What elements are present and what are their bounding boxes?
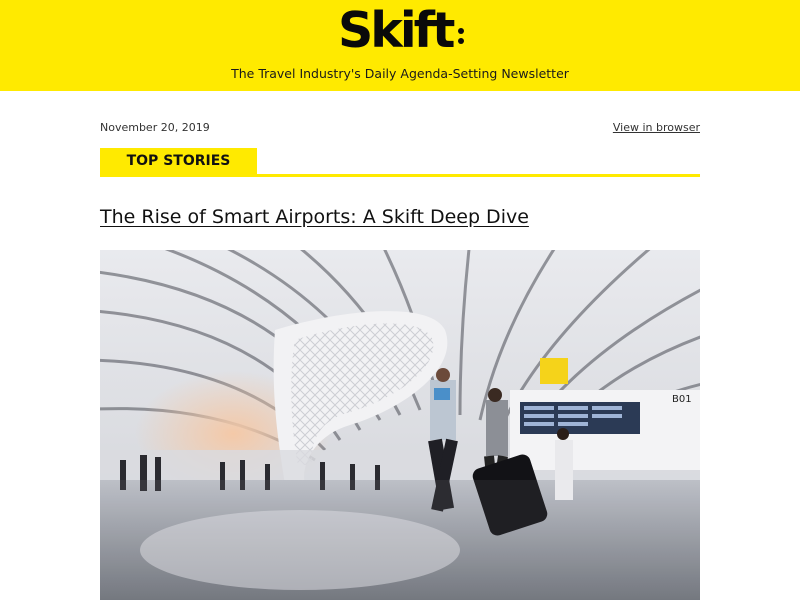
section-divider	[100, 174, 700, 177]
story-headline-link[interactable]: The Rise of Smart Airports: A Skift Deep…	[100, 206, 529, 228]
newsletter-header: Skift The Travel Industry's Daily Agenda…	[0, 0, 800, 91]
gate-sign-text: B01	[672, 394, 692, 405]
issue-date: November 20, 2019	[100, 121, 210, 134]
story-hero-image[interactable]: B01	[100, 250, 700, 600]
newsletter-tagline: The Travel Industry's Daily Agenda-Setti…	[231, 66, 569, 81]
section-tab-top-stories: TOP STORIES	[100, 148, 257, 175]
skift-logo[interactable]: Skift	[338, 3, 455, 59]
logo-dots-icon	[458, 28, 466, 50]
airport-photo: B01	[100, 250, 700, 600]
section-label: TOP STORIES	[126, 153, 231, 169]
view-in-browser-link[interactable]: View in browser	[613, 121, 700, 134]
